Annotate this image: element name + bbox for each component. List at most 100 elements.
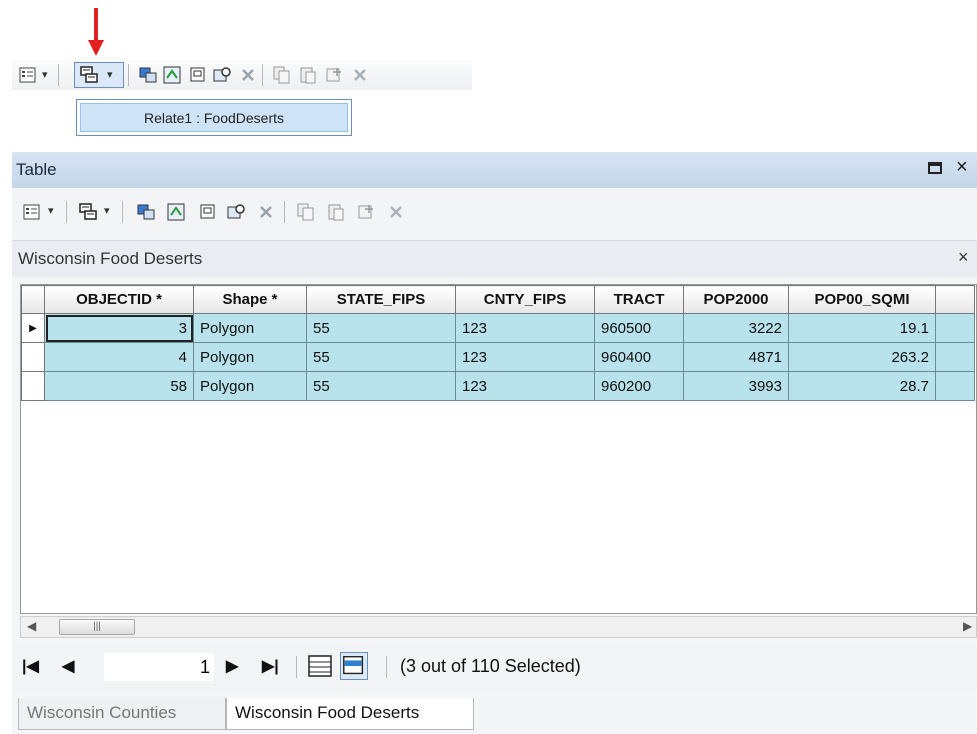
zoom-to-selected-icon[interactable]: [212, 65, 232, 85]
related-tables-button[interactable]: ▾: [74, 62, 124, 88]
column-header-objectid[interactable]: OBJECTID *: [44, 285, 194, 314]
chevron-down-icon: ▾: [107, 69, 113, 81]
switch-selection-icon[interactable]: [166, 202, 186, 222]
select-by-attributes-icon[interactable]: [138, 65, 158, 85]
attribute-table: OBJECTID * Shape * STATE_FIPS CNTY_FIPS …: [21, 285, 975, 401]
close-icon[interactable]: ×: [958, 247, 969, 268]
paste-icon[interactable]: [326, 202, 346, 222]
toolbar-separator: [58, 64, 59, 86]
previous-record-icon[interactable]: ◀: [62, 656, 74, 676]
toolbar-separator: [128, 64, 129, 86]
column-header-tract[interactable]: TRACT: [594, 285, 684, 314]
relate-dropdown-menu: Relate1 : FoodDeserts: [76, 99, 352, 136]
table-row[interactable]: 58 Polygon 55 123 960200 3993 28.7: [21, 371, 975, 401]
restore-icon[interactable]: [928, 162, 942, 174]
chevron-down-icon[interactable]: ▾: [48, 204, 54, 217]
cell-tract[interactable]: 960200: [594, 371, 684, 401]
cell-pop00-sqmi[interactable]: 28.7: [788, 371, 936, 401]
cell-pop00-sqmi[interactable]: 19.1: [788, 313, 936, 343]
related-tables-icon: [79, 65, 99, 85]
scroll-left-icon[interactable]: ◀: [27, 619, 36, 633]
add-field-icon[interactable]: [356, 202, 376, 222]
horizontal-scrollbar[interactable]: ◀ ||| ▶: [20, 616, 977, 638]
delete-selected-icon[interactable]: [256, 202, 276, 222]
delete-selected-icon[interactable]: [238, 65, 258, 85]
tab-wisconsin-counties[interactable]: Wisconsin Counties: [18, 698, 226, 730]
table-options-icon[interactable]: [22, 202, 42, 222]
last-record-icon[interactable]: ▶|: [262, 656, 279, 676]
table-window: Table × ▾ ▾ Wisconsin Food Deserts × OBJ…: [12, 152, 977, 734]
toolbar-separator: [386, 656, 387, 678]
cell-shape[interactable]: Polygon: [193, 313, 307, 343]
cell-objectid[interactable]: 4: [44, 342, 194, 372]
cell-state-fips[interactable]: 55: [306, 371, 456, 401]
table-options-icon[interactable]: [18, 65, 38, 85]
cell-state-fips[interactable]: 55: [306, 342, 456, 372]
header-row: OBJECTID * Shape * STATE_FIPS CNTY_FIPS …: [21, 285, 975, 314]
clear-selection-icon[interactable]: [188, 65, 208, 85]
chevron-down-icon[interactable]: ▾: [42, 68, 48, 81]
copy-selected-icon[interactable]: [296, 202, 316, 222]
cell-tract[interactable]: 960500: [594, 313, 684, 343]
column-header-pop2000[interactable]: POP2000: [683, 285, 789, 314]
switch-selection-icon[interactable]: [162, 65, 182, 85]
related-tables-icon[interactable]: [78, 202, 98, 222]
chevron-down-icon[interactable]: ▾: [104, 204, 110, 217]
cell-cnty-fips[interactable]: 123: [455, 313, 595, 343]
cell-cnty-fips[interactable]: 123: [455, 342, 595, 372]
selection-count: (3 out of 110 Selected): [400, 656, 581, 676]
add-field-icon[interactable]: [324, 65, 344, 85]
cell-pop2000[interactable]: 3222: [683, 313, 789, 343]
cell-pop00-sqmi[interactable]: 263.2: [788, 342, 936, 372]
cell-extra[interactable]: [935, 371, 975, 401]
current-record-field[interactable]: [104, 653, 214, 681]
cell-pop2000[interactable]: 4871: [683, 342, 789, 372]
cell-shape[interactable]: Polygon: [193, 371, 307, 401]
cell-pop2000[interactable]: 3993: [683, 371, 789, 401]
table-row[interactable]: ▶ 3 Polygon 55 123 960500 3222 19.1: [21, 313, 975, 343]
first-record-icon[interactable]: |◀: [22, 656, 39, 676]
tab-wisconsin-food-deserts[interactable]: Wisconsin Food Deserts: [226, 698, 474, 730]
delete-icon[interactable]: [350, 65, 370, 85]
red-arrow-annotation: [88, 8, 104, 58]
close-icon[interactable]: ×: [956, 156, 968, 179]
cell-objectid[interactable]: 58: [44, 371, 194, 401]
table-tab-strip: Wisconsin Food Deserts ×: [12, 240, 977, 277]
paste-icon[interactable]: [298, 65, 318, 85]
cell-objectid[interactable]: 3: [44, 313, 194, 343]
table-row[interactable]: 4 Polygon 55 123 960400 4871 263.2: [21, 342, 975, 372]
column-header-extra: [935, 285, 975, 314]
cell-state-fips[interactable]: 55: [306, 313, 456, 343]
column-header-cnty-fips[interactable]: CNTY_FIPS: [455, 285, 595, 314]
row-selector[interactable]: [21, 342, 45, 372]
show-all-records-icon[interactable]: [306, 652, 334, 680]
select-by-attributes-icon[interactable]: [136, 202, 156, 222]
record-navigation-bar: |◀ ◀ ▶ ▶| (3 out of 110 Selected): [12, 644, 977, 692]
toolbar-separator: [284, 201, 285, 223]
cell-cnty-fips[interactable]: 123: [455, 371, 595, 401]
clear-selection-icon[interactable]: [198, 202, 218, 222]
show-selected-records-icon[interactable]: [340, 652, 368, 680]
cell-extra[interactable]: [935, 342, 975, 372]
copy-selected-icon[interactable]: [272, 65, 292, 85]
cell-tract[interactable]: 960400: [594, 342, 684, 372]
row-selector[interactable]: [21, 371, 45, 401]
scroll-right-icon[interactable]: ▶: [963, 619, 972, 633]
table-toolbar: ▾ ▾: [12, 190, 977, 234]
row-selector-current-icon[interactable]: ▶: [21, 313, 45, 343]
header-corner: [21, 285, 45, 314]
toolbar-separator: [66, 201, 67, 223]
column-header-pop00-sqmi[interactable]: POP00_SQMI: [788, 285, 936, 314]
delete-icon[interactable]: [386, 202, 406, 222]
column-header-shape[interactable]: Shape *: [193, 285, 307, 314]
relate-menu-item[interactable]: Relate1 : FoodDeserts: [80, 103, 348, 132]
scrollbar-thumb[interactable]: |||: [59, 619, 135, 635]
zoom-to-selected-icon[interactable]: [226, 202, 246, 222]
column-header-state-fips[interactable]: STATE_FIPS: [306, 285, 456, 314]
cell-extra[interactable]: [935, 313, 975, 343]
table-tabs: Wisconsin Counties Wisconsin Food Desert…: [12, 698, 977, 734]
cell-shape[interactable]: Polygon: [193, 342, 307, 372]
next-record-icon[interactable]: ▶: [226, 656, 238, 676]
toolbar-separator: [122, 201, 123, 223]
title-bar: Table ×: [12, 152, 977, 188]
